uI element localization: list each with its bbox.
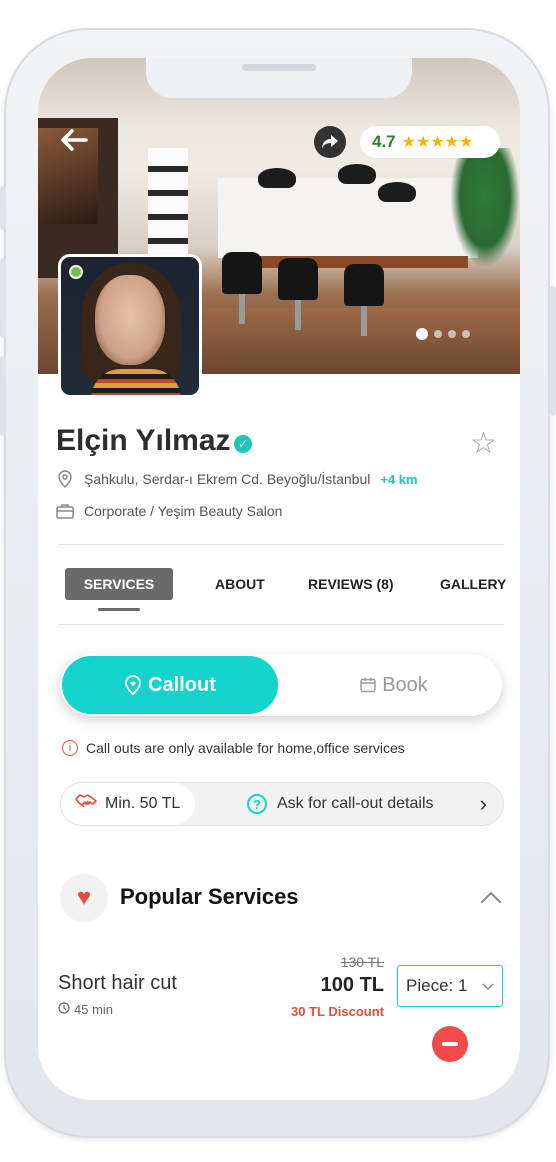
photo-chair [344, 264, 384, 306]
handshake-icon [75, 793, 97, 816]
notch [146, 58, 412, 98]
book-toggle-button[interactable]: Book [288, 656, 500, 714]
share-button[interactable] [314, 126, 346, 158]
ask-details[interactable]: ? Ask for call-out details [247, 783, 434, 825]
piece-dropdown[interactable]: Piece: 1 [397, 965, 503, 1007]
photo-floor [198, 308, 520, 374]
online-status-indicator [69, 265, 83, 279]
briefcase-icon [56, 502, 74, 520]
tab-about[interactable]: ABOUT [215, 568, 265, 600]
chevron-down-icon [482, 978, 494, 994]
duration-text: 45 min [74, 1002, 114, 1017]
min-price-text: Min. 50 TL [105, 795, 181, 812]
profile-tabs: SERVICES ABOUT REVIEWS (8) GALLERY [58, 568, 508, 611]
share-icon [322, 135, 338, 149]
chevron-right-icon[interactable]: › [480, 783, 487, 825]
active-tab-indicator [98, 608, 140, 611]
rating-badge[interactable]: 4.7 ★★★★★ [360, 126, 500, 158]
carousel-dot[interactable] [462, 330, 470, 338]
tab-reviews[interactable]: REVIEWS (8) [308, 568, 394, 600]
service-mode-toggle: Callout Book [60, 654, 502, 716]
service-name: Short hair cut [58, 972, 177, 994]
photo-chair-leg [295, 300, 301, 330]
photo-chair [278, 258, 318, 300]
arrow-left-icon[interactable] [58, 124, 90, 156]
volume-down-button [0, 356, 6, 436]
divider [58, 544, 504, 545]
callout-notice: i Call outs are only available for home,… [62, 740, 405, 756]
profile-avatar[interactable] [58, 254, 202, 398]
photo-chair-leg [361, 306, 367, 336]
callout-label: Callout [148, 673, 216, 696]
photo-dryer [338, 164, 376, 184]
photo-shelf [148, 148, 188, 258]
piece-value: Piece: 1 [406, 976, 468, 995]
service-duration: 45 min [58, 1002, 113, 1017]
callout-toggle-button[interactable]: Callout [62, 656, 278, 714]
carousel-dot[interactable] [434, 330, 442, 338]
carousel-dot[interactable] [448, 330, 456, 338]
book-label: Book [382, 673, 428, 696]
photo-plant [450, 148, 520, 268]
info-icon: i [62, 740, 78, 756]
favorite-star-icon[interactable]: ☆ [470, 426, 497, 461]
photo-dryer [258, 168, 296, 188]
rating-stars-icon: ★★★★★ [401, 134, 474, 151]
avatar-shirt [91, 369, 181, 395]
popular-services-title: Popular Services [120, 884, 299, 909]
power-button [550, 286, 556, 416]
notice-text: Call outs are only available for home,of… [86, 740, 405, 756]
profile-name: Elçin Yılmaz [56, 424, 231, 457]
service-price: 100 TL [320, 974, 384, 996]
tab-services[interactable]: SERVICES [65, 568, 173, 600]
ask-details-text: Ask for call-out details [277, 795, 434, 812]
photo-backwall [218, 178, 478, 258]
remove-service-button[interactable] [432, 1026, 468, 1062]
avatar-face [95, 275, 165, 365]
heart-icon: ♥ [60, 874, 108, 922]
photo-chair-leg [239, 294, 245, 324]
speaker [242, 64, 316, 71]
photo-dryer [378, 182, 416, 202]
verified-icon: ✓ [234, 435, 252, 453]
question-icon: ? [247, 794, 267, 814]
original-price: 130 TL [340, 954, 384, 970]
rating-value: 4.7 [372, 132, 396, 151]
volume-up-button [0, 258, 6, 338]
photo-chair [222, 252, 262, 294]
minus-icon [442, 1042, 458, 1046]
discount-label: 30 TL Discount [291, 1004, 384, 1019]
company-row: Corporate / Yeşim Beauty Salon [56, 502, 282, 520]
company-text[interactable]: Corporate / Yeşim Beauty Salon [84, 503, 282, 519]
carousel-dots [416, 328, 470, 340]
distance-badge: +4 km [380, 471, 418, 487]
app-screen: 4.7 ★★★★★ Elçin Yılmaz ✓ ☆ Şahkulu, Serd… [38, 58, 520, 1100]
location-pin-icon [56, 470, 74, 488]
callout-details-bar[interactable]: Min. 50 TL ? Ask for call-out details › [60, 782, 504, 826]
divider [58, 624, 504, 625]
calendar-icon [360, 678, 376, 693]
address-text: Şahkulu, Serdar-ı Ekrem Cd. Beyoğlu/İsta… [84, 471, 371, 487]
min-price-pill: Min. 50 TL [61, 783, 195, 825]
clock-icon [58, 1002, 70, 1017]
mute-switch [0, 186, 6, 230]
collapse-chevron-icon[interactable] [480, 884, 502, 910]
callout-pin-icon [125, 675, 142, 695]
carousel-dot[interactable] [416, 328, 428, 340]
tab-gallery[interactable]: GALLERY [440, 568, 506, 600]
address-row: Şahkulu, Serdar-ı Ekrem Cd. Beyoğlu/İsta… [56, 470, 418, 488]
